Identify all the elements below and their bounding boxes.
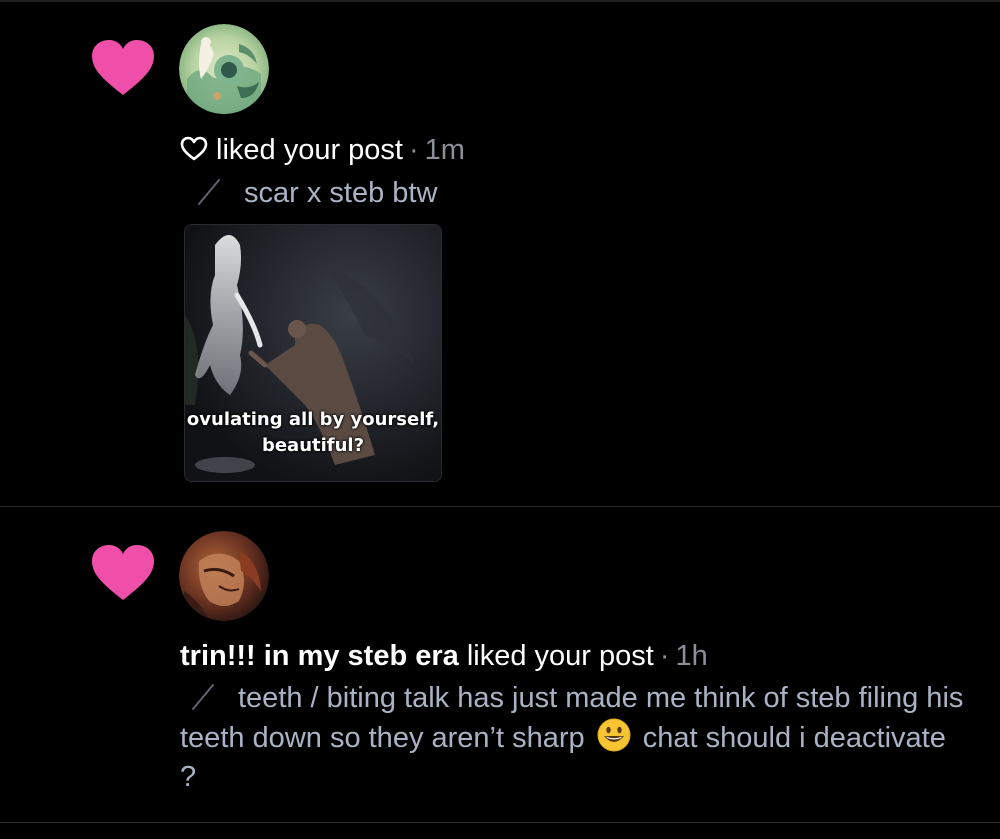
avatar[interactable] (179, 24, 269, 114)
quote-slash-icon (198, 179, 220, 205)
avatar[interactable] (179, 531, 269, 621)
action-text: liked your post (466, 640, 654, 672)
post-thumbnail[interactable]: ovulating all by yourself, beautiful? (184, 224, 442, 482)
heart-icon (92, 545, 154, 600)
timestamp: 1h (675, 640, 708, 672)
divider (0, 822, 1000, 823)
caption-line-1: ovulating all by yourself, (186, 409, 440, 430)
thumbnail-caption: ovulating all by yourself, beautiful? (185, 407, 441, 459)
timestamp: 1m (424, 134, 465, 166)
heart-icon (92, 40, 154, 95)
post-quote[interactable]: scar x steb btw (196, 174, 437, 212)
notification-text: liked your post · 1m (180, 132, 465, 168)
notification-item[interactable]: trin!!! in my steb era liked your post · 1… (0, 507, 1000, 822)
post-quote[interactable]: teeth / biting talk has just made me thi… (180, 679, 970, 797)
quote-text: scar x steb btw (244, 177, 438, 209)
notification-item[interactable]: liked your post · 1m scar x steb btw ovu… (0, 0, 1000, 506)
separator-dot: · (409, 134, 419, 166)
action-text: liked your post (216, 134, 403, 166)
notification-text: trin!!! in my steb era liked your post · 1… (180, 638, 708, 674)
separator-dot: · (659, 640, 670, 672)
heart-outline-icon (180, 136, 208, 161)
smiley-emoji-icon (597, 718, 631, 752)
quote-slash-icon (192, 684, 214, 710)
username-link[interactable]: trin!!! in my steb era (180, 640, 459, 672)
caption-line-2: beautiful? (261, 435, 365, 456)
